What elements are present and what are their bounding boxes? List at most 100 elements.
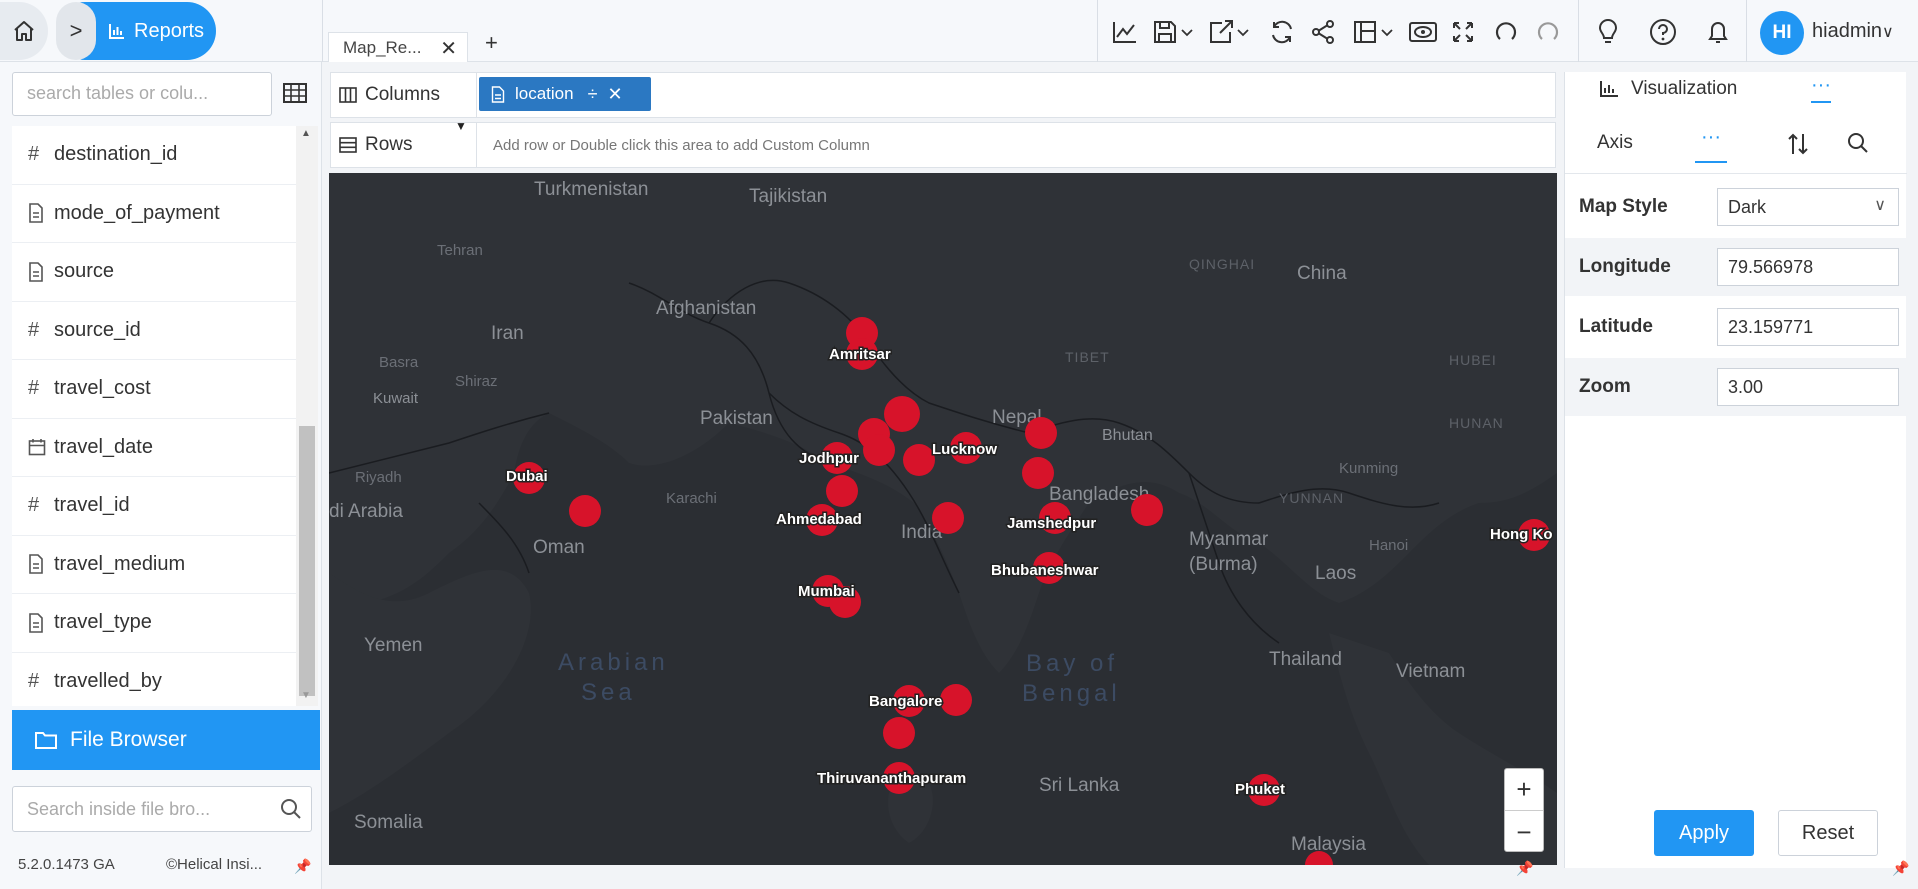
pin-icon[interactable]: 📌 [1892,860,1909,877]
list-item[interactable]: source [12,243,296,302]
zoom-in-button[interactable]: + [1505,769,1543,811]
list-item[interactable]: travel_medium [12,536,296,594]
label-kuwait: Kuwait [373,390,419,407]
longitude-input[interactable]: 79.566978 [1717,248,1899,286]
scroll-down-icon[interactable]: ▼ [301,690,311,701]
field-name: travel_date [54,435,153,458]
field-list-scrollbar[interactable]: ▲ ▼ [296,126,318,706]
document-icon [491,85,505,103]
chart-icon[interactable] [1110,18,1140,46]
visualization-header: Visualization ··· [1565,72,1907,112]
divide-icon[interactable]: ÷ [588,84,598,105]
list-item[interactable]: # travel_cost [12,360,296,419]
label-tajikistan: Tajikistan [749,186,827,207]
map-marker[interactable] [903,444,935,476]
map-marker[interactable] [884,396,920,432]
help-icon[interactable] [1648,18,1678,46]
apply-button[interactable]: Apply [1654,810,1754,856]
field-search-input[interactable]: search tables or colu... [12,72,272,116]
list-item[interactable]: # destination_id [12,126,296,185]
map-marker[interactable] [1025,417,1057,449]
save-icon[interactable] [1152,18,1196,46]
home-icon [14,21,34,41]
reset-button[interactable]: Reset [1778,810,1878,856]
map-style-select[interactable]: Dark ∨ [1717,188,1899,226]
list-item[interactable]: # travel_id [12,477,296,536]
location-pill[interactable]: location ÷ ✕ [479,77,651,111]
scroll-thumb[interactable] [299,426,315,696]
map-marker[interactable] [569,495,601,527]
fullscreen-icon[interactable] [1450,18,1476,46]
search-icon[interactable] [280,798,302,825]
breadcrumb[interactable]: > Reports [56,2,216,60]
rows-shelf[interactable]: Rows Add row or Double click this area t… [330,119,1556,168]
list-item[interactable]: # travelled_by [12,653,296,707]
close-icon[interactable]: ✕ [440,36,457,61]
close-icon[interactable]: ✕ [608,84,623,105]
longitude-label: Longitude [1579,256,1671,277]
zoom-input[interactable]: 3.00 [1717,368,1899,406]
map-marker[interactable] [940,684,972,716]
pin-icon[interactable]: 📌 [1516,860,1533,877]
right-panel: Visualization ··· Axis ··· Map Style Dar… [1564,72,1907,868]
redo-icon[interactable] [1534,18,1562,46]
tab-map-report[interactable]: Map_Re... ✕ [328,32,468,62]
list-item[interactable]: travel_type [12,594,296,653]
map-marker[interactable] [883,717,915,749]
breadcrumb-label: Reports [134,19,205,42]
file-browser-button[interactable]: File Browser [12,710,320,770]
scroll-up-icon[interactable]: ▲ [301,128,311,139]
grid-icon[interactable] [282,82,308,109]
zoom-out-button[interactable]: − [1505,811,1543,853]
export-icon[interactable] [1208,18,1252,46]
list-item[interactable]: mode_of_payment [12,185,296,243]
sort-icon[interactable] [1787,132,1809,156]
avatar[interactable]: HI [1760,11,1804,55]
preview-icon[interactable] [1408,18,1438,46]
more-icon[interactable]: ··· [1811,74,1831,103]
undo-icon[interactable] [1492,18,1520,46]
map-marker[interactable] [1131,494,1163,526]
breadcrumb-chevron[interactable]: > [56,2,96,60]
columns-shelf[interactable]: Columns location ÷ ✕ [330,72,1556,118]
layout-icon[interactable] [1352,18,1396,46]
map-marker[interactable] [863,434,895,466]
home-button[interactable] [0,2,48,60]
label-qinghai: QINGHAI [1189,256,1255,272]
search-icon[interactable] [1847,132,1869,154]
list-item[interactable]: # source_id [12,302,296,360]
latitude-row: Latitude 23.159771 [1565,298,1907,356]
refresh-icon[interactable] [1268,18,1296,46]
chevron-down-icon: ∨ [1882,24,1894,41]
map-style-value: Dark [1728,197,1767,217]
user-menu[interactable]: hiadmin∨ [1812,20,1894,43]
field-name: travel_cost [54,377,151,400]
pin-icon[interactable]: 📌 [294,858,311,875]
map-canvas[interactable]: Turkmenistan Tajikistan Afghanistan Iran… [329,173,1557,865]
lightbulb-icon[interactable] [1594,18,1622,46]
field-name: travel_type [54,611,152,634]
caret-down-icon[interactable]: ▼ [455,119,467,133]
city-label: Bangalore [869,693,942,710]
label-hanoi: Hanoi [1369,537,1408,554]
label-malaysia: Malaysia [1291,834,1366,855]
tab-more[interactable]: ··· [1695,126,1727,163]
share-icon[interactable] [1310,18,1336,46]
field-name: source_id [54,318,141,341]
tab-label: Map_Re... [343,37,422,57]
list-item[interactable]: travel_date [12,419,296,477]
map-marker[interactable] [1022,457,1054,489]
bell-icon[interactable] [1704,18,1732,46]
file-browser-search-input[interactable]: Search inside file bro... [12,786,312,832]
tab-axis[interactable]: Axis [1597,132,1633,154]
map-marker[interactable] [826,475,858,507]
map-marker[interactable] [932,502,964,534]
breadcrumb-reports[interactable]: Reports [108,20,204,43]
chevron-down-icon: ∨ [1874,197,1886,214]
label-yunnan: YUNNAN [1279,490,1344,506]
city-label: Thiruvananthapuram [817,770,966,787]
add-tab-button[interactable]: + [485,30,498,56]
version-label: 5.2.0.1473 GA [18,856,115,873]
label-hubei: HUBEI [1449,352,1497,368]
latitude-input[interactable]: 23.159771 [1717,308,1899,346]
